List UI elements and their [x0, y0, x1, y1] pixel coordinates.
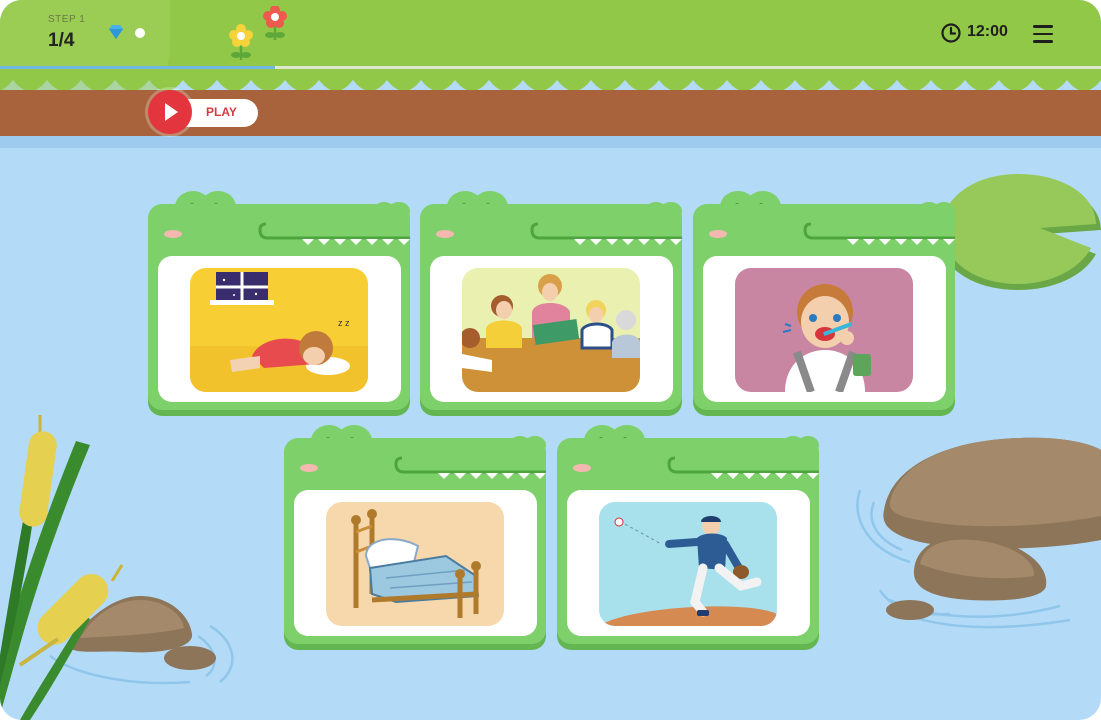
teacher-reading-picture — [462, 268, 640, 392]
play-button[interactable]: PLAY — [148, 90, 260, 134]
timer: 12:00 — [967, 23, 1008, 40]
flower-icon — [229, 24, 253, 60]
baseball-pitcher-picture — [599, 502, 777, 626]
bed-picture — [326, 502, 504, 626]
gem-icon — [109, 25, 123, 39]
step-label: STEP 1 — [48, 14, 86, 25]
progress-fill — [0, 66, 276, 69]
svg-text:z z: z z — [338, 318, 350, 328]
menu-icon[interactable] — [1031, 22, 1055, 44]
step-counter: 1/4 — [48, 30, 75, 51]
game-screen: STEP 1 1/4 12:00 PLAY z z — [0, 0, 1101, 720]
croc-card-sleeping[interactable]: z z — [148, 190, 410, 416]
play-circle — [148, 90, 192, 134]
progress-bar — [0, 66, 1101, 69]
rocks-right — [856, 437, 1101, 629]
dot-icon — [135, 28, 145, 38]
play-label: PLAY — [206, 105, 237, 119]
flower-icon — [263, 6, 287, 40]
play-icon — [165, 103, 178, 121]
top-bar: STEP 1 1/4 12:00 — [0, 0, 1101, 130]
cattails — [0, 415, 124, 720]
boy-brushing-teeth-picture — [735, 268, 913, 392]
lily-pad — [938, 174, 1101, 290]
clock-icon — [941, 23, 961, 43]
croc-card-baseball[interactable] — [557, 424, 819, 650]
girl-sleeping-picture: z z — [190, 268, 368, 392]
water-edge — [0, 136, 1101, 148]
croc-card-bed[interactable] — [284, 424, 546, 650]
croc-card-brushing[interactable] — [693, 190, 955, 416]
croc-card-reading[interactable] — [420, 190, 682, 416]
